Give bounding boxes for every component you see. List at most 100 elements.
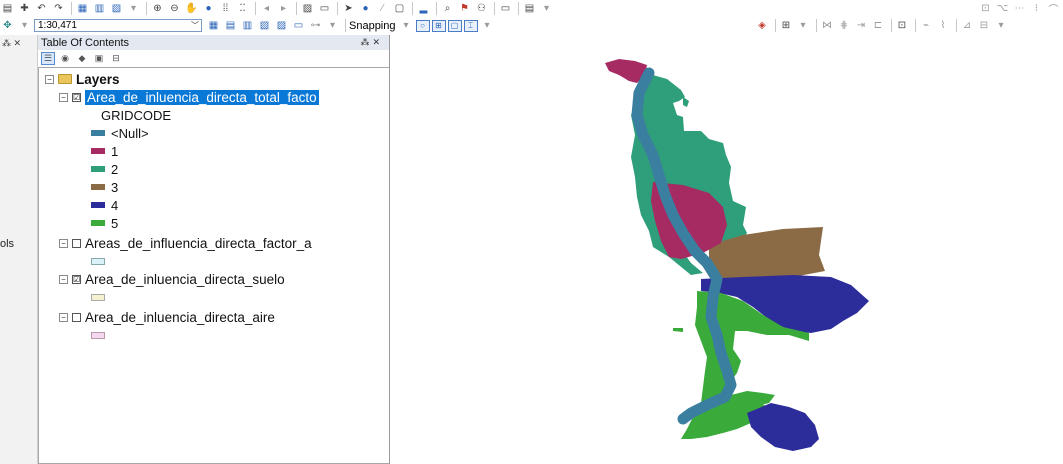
full-extent-icon[interactable]: ● xyxy=(201,2,216,15)
tree-item-layers[interactable]: − Layers xyxy=(45,70,120,88)
topology-icon[interactable]: ⊞ xyxy=(779,19,794,32)
fixed-zoom-out-icon[interactable]: ⁚⁚ xyxy=(235,2,250,15)
layer-name[interactable]: Area_de_inluencia_directa_total_facto xyxy=(85,89,319,105)
select-elements-icon[interactable]: ➤ xyxy=(341,2,356,15)
dropdown-arrow-icon[interactable]: ▾ xyxy=(539,2,554,15)
measure-icon[interactable]: ▂ xyxy=(416,2,431,15)
pin-icon[interactable]: ⁂ ✕ xyxy=(2,38,21,49)
snapping-menu[interactable]: Snapping xyxy=(349,20,396,32)
new-document-icon[interactable]: ▤ xyxy=(0,2,15,15)
map-scale-combobox[interactable]: 1:30,471 ﹀ xyxy=(34,19,202,32)
add-data-icon[interactable]: ✚ xyxy=(17,2,32,15)
zoom-in-icon[interactable]: ⊕ xyxy=(150,2,165,15)
explode-icon[interactable]: ⊟ xyxy=(977,19,992,32)
legend-symbol[interactable] xyxy=(91,288,111,306)
layer-visibility-checkbox[interactable] xyxy=(72,312,81,322)
layer-name[interactable]: Area_de_inluencia_directa_suelo xyxy=(85,272,285,287)
redo-icon[interactable]: ↷ xyxy=(51,2,66,15)
dropdown-arrow-icon[interactable]: ▾ xyxy=(325,19,340,32)
collapse-icon[interactable]: − xyxy=(59,238,68,248)
tree-item-layer-factor-a[interactable]: − Areas_de_influencia_directa_factor_a xyxy=(59,234,312,252)
list-by-drawing-order-icon[interactable]: ☰ xyxy=(41,52,55,65)
zone-class-4-bottom[interactable] xyxy=(747,403,819,451)
sketch-icon[interactable]: ⌥ xyxy=(995,2,1010,15)
collapse-icon[interactable]: − xyxy=(59,274,68,284)
list-by-selection-icon[interactable]: ▣ xyxy=(92,52,106,65)
dropdown-arrow-icon[interactable]: ▾ xyxy=(17,19,32,32)
vertex-icon[interactable]: ⋯ xyxy=(1012,2,1027,15)
georeferencing-icon[interactable]: ◈ xyxy=(755,19,770,32)
dropdown-arrow-icon[interactable]: ▾ xyxy=(126,2,141,15)
tree-item-layer-aire[interactable]: − Area_de_inluencia_directa_aire xyxy=(59,308,275,326)
arc-toolbox-icon[interactable]: ⊶ xyxy=(308,19,323,32)
dropdown-arrow-icon[interactable]: ▾ xyxy=(796,19,811,32)
html-popup-icon[interactable]: ▢ xyxy=(392,2,407,15)
dropdown-arrow-icon[interactable]: ▾ xyxy=(399,19,414,32)
legend-class-4[interactable]: 4 xyxy=(91,196,118,214)
legend-class-2[interactable]: 2 xyxy=(91,160,118,178)
extend-icon[interactable]: ⇥ xyxy=(854,19,869,32)
legend-class-null[interactable]: <Null> xyxy=(91,124,149,142)
list-by-source-icon[interactable]: ◉ xyxy=(58,52,72,65)
legend-class-1[interactable]: 1 xyxy=(91,142,118,160)
undo-icon[interactable]: ↶ xyxy=(34,2,49,15)
hyperlink-icon[interactable]: ⁄ xyxy=(375,2,390,15)
editor-tools-icon[interactable]: ⊡ xyxy=(978,2,993,15)
find-icon[interactable]: ⌕ xyxy=(440,2,455,15)
fixed-zoom-in-icon[interactable]: ⁞⁞ xyxy=(218,2,233,15)
editor-icon[interactable]: ▦ xyxy=(75,2,90,15)
toc-pin-close-icon[interactable]: ⁂✕ xyxy=(360,37,383,48)
back-extent-icon[interactable]: ◂ xyxy=(259,2,274,15)
legend-class-3[interactable]: 3 xyxy=(91,178,118,196)
layer-visibility-checkbox[interactable]: ☑ xyxy=(72,274,81,284)
snap-edge-icon[interactable]: ⌶ xyxy=(463,19,478,32)
reshape-icon[interactable]: ⁝ xyxy=(1029,2,1044,15)
pan-icon[interactable]: ✋ xyxy=(184,2,199,15)
layer-name[interactable]: Areas_de_influencia_directa_factor_a xyxy=(85,236,312,251)
zoom-out-icon[interactable]: ⊖ xyxy=(167,2,182,15)
layer-name[interactable]: Area_de_inluencia_directa_aire xyxy=(85,310,275,325)
forward-extent-icon[interactable]: ▸ xyxy=(276,2,291,15)
map-view[interactable] xyxy=(391,35,1063,464)
arctoolbox-tab-label[interactable]: ols xyxy=(0,238,14,250)
tree-item-layer-suelo[interactable]: − ☑ Area_de_inluencia_directa_suelo xyxy=(59,270,285,288)
identify-icon[interactable]: ● xyxy=(358,2,373,15)
snap-vertex-icon[interactable]: ▢ xyxy=(447,19,462,32)
catalog-icon[interactable]: ▧ xyxy=(109,2,124,15)
legend-symbol[interactable] xyxy=(91,252,111,270)
layer-visibility-checkbox[interactable] xyxy=(72,238,81,248)
collapse-icon[interactable]: − xyxy=(45,74,54,84)
trim-icon[interactable]: ⊏ xyxy=(871,19,886,32)
layer-visibility-checkbox[interactable]: ☑ xyxy=(72,92,81,102)
curve-icon[interactable]: ⌒ xyxy=(1046,2,1061,16)
go-to-xy-icon[interactable]: ⚇ xyxy=(474,2,489,15)
tree-item-layer-total-factor[interactable]: − ☑ Area_de_inluencia_directa_total_fact… xyxy=(59,88,319,106)
options-icon[interactable]: ⊟ xyxy=(109,52,123,65)
list-by-visibility-icon[interactable]: ◆ xyxy=(75,52,89,65)
model-builder-icon[interactable]: ▨ xyxy=(274,19,289,32)
attribute-table-icon[interactable]: ▤ xyxy=(223,19,238,32)
collapse-icon[interactable]: − xyxy=(59,312,68,322)
toolbox-icon[interactable]: ▥ xyxy=(240,19,255,32)
construct-features-icon[interactable]: ⊿ xyxy=(960,19,975,32)
navigation-icon[interactable]: ✥ xyxy=(0,19,15,32)
snap-end-icon[interactable]: ⊞ xyxy=(431,19,446,32)
legend-symbol[interactable] xyxy=(91,326,111,344)
clear-selection-icon[interactable]: ▭ xyxy=(317,2,332,15)
find-route-icon[interactable]: ⚑ xyxy=(457,2,472,15)
generalize-icon[interactable]: ⌁ xyxy=(919,19,934,32)
table-icon[interactable]: ▥ xyxy=(92,2,107,15)
smooth-icon[interactable]: ⌇ xyxy=(936,19,951,32)
copy-parallel-icon[interactable]: ⋕ xyxy=(837,19,852,32)
layout-view-icon[interactable]: ▦ xyxy=(206,19,221,32)
collapse-icon[interactable]: − xyxy=(59,92,68,102)
chevron-down-icon[interactable]: ﹀ xyxy=(191,20,201,31)
map-canvas[interactable] xyxy=(391,35,1063,464)
search-window-icon[interactable]: ▭ xyxy=(291,19,306,32)
snap-point-icon[interactable]: ○ xyxy=(415,19,430,32)
dropdown-arrow-icon[interactable]: ▾ xyxy=(994,19,1009,32)
dropdown-arrow-icon[interactable]: ▾ xyxy=(480,19,495,32)
create-viewer-icon[interactable]: ▤ xyxy=(522,2,537,15)
python-window-icon[interactable]: ▧ xyxy=(257,19,272,32)
time-slider-icon[interactable]: ▭ xyxy=(498,2,513,15)
